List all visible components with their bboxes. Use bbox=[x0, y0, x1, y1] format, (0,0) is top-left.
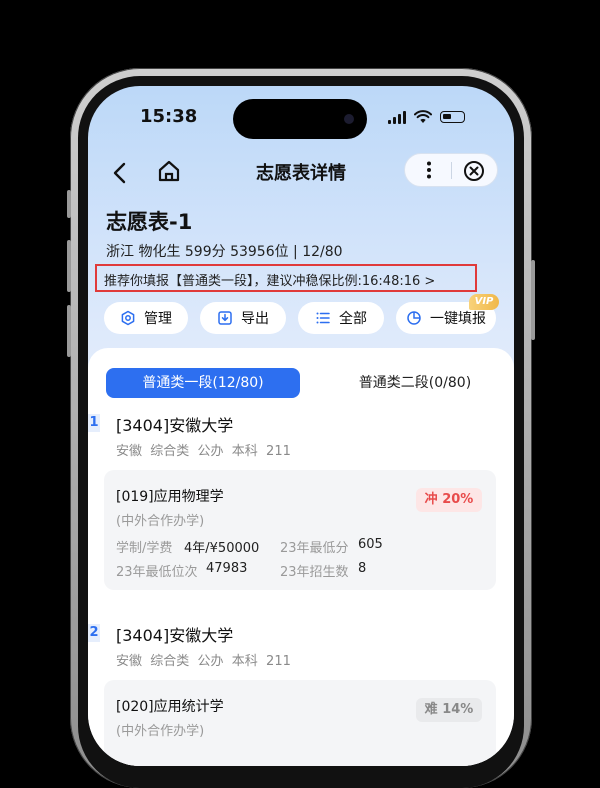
probability-badge: 难 14% bbox=[416, 698, 482, 722]
min-score-label: 23年最低分 bbox=[280, 541, 349, 556]
university-meta: 安徽 综合类 公办 本科 211 bbox=[116, 444, 291, 459]
major-card[interactable]: [020]应用统计学 (中外合作办学) 难 14% bbox=[104, 680, 496, 766]
vip-badge: VIP bbox=[469, 294, 499, 310]
battery-icon bbox=[440, 111, 465, 123]
tuition-label: 学制/学费 bbox=[116, 541, 173, 556]
probability-badge: 冲 20% bbox=[416, 488, 482, 512]
all-button[interactable]: 全部 bbox=[298, 302, 384, 334]
entry-index: 1 bbox=[88, 414, 100, 432]
pie-chart-icon bbox=[407, 311, 421, 325]
capsule-divider bbox=[451, 162, 452, 179]
enrollment-label: 23年招生数 bbox=[280, 565, 349, 580]
major-name: [019]应用物理学 bbox=[116, 489, 224, 505]
close-icon[interactable] bbox=[463, 160, 485, 182]
major-name: [020]应用统计学 bbox=[116, 699, 224, 715]
more-icon[interactable] bbox=[419, 160, 439, 180]
plan-title: 志愿表-1 bbox=[106, 210, 193, 234]
export-button[interactable]: 导出 bbox=[200, 302, 286, 334]
volume-up-button bbox=[67, 240, 71, 292]
entry-index: 2 bbox=[88, 624, 100, 642]
tuition-value: 4年/¥50000 bbox=[184, 541, 260, 556]
hexagon-settings-icon bbox=[121, 310, 135, 326]
enrollment-value: 8 bbox=[358, 561, 367, 576]
phone-screen: 15:38 志愿表详情 志愿表-1 浙江 物化生 599分 53956位 | 1… bbox=[88, 86, 514, 766]
status-icons bbox=[388, 110, 465, 124]
signal-icon bbox=[388, 110, 406, 124]
major-subtitle: (中外合作办学) bbox=[116, 514, 205, 529]
wifi-icon bbox=[414, 110, 432, 123]
status-time: 15:38 bbox=[140, 106, 198, 127]
power-button bbox=[531, 260, 535, 340]
one-click-fill-label: 一键填报 bbox=[430, 311, 486, 327]
plan-info: 浙江 物化生 599分 53956位 | 12/80 bbox=[106, 244, 343, 260]
action-button bbox=[67, 190, 71, 218]
tab-segment-2[interactable]: 普通类二段(0/80) bbox=[318, 368, 512, 398]
all-label: 全部 bbox=[339, 311, 367, 327]
major-subtitle: (中外合作办学) bbox=[116, 724, 205, 739]
university-name[interactable]: [3404]安徽大学 bbox=[116, 622, 233, 646]
university-meta: 安徽 综合类 公办 本科 211 bbox=[116, 654, 291, 669]
min-rank-label: 23年最低位次 bbox=[116, 565, 198, 580]
camera-icon bbox=[344, 114, 354, 124]
major-card[interactable]: [019]应用物理学 (中外合作办学) 冲 20% 学制/学费 4年/¥5000… bbox=[104, 470, 496, 590]
mini-program-capsule bbox=[404, 153, 498, 187]
list-icon bbox=[316, 312, 330, 324]
university-name[interactable]: [3404]安徽大学 bbox=[116, 412, 233, 436]
manage-button[interactable]: 管理 bbox=[104, 302, 188, 334]
download-icon bbox=[218, 311, 232, 325]
export-label: 导出 bbox=[241, 311, 269, 327]
min-rank-value: 47983 bbox=[206, 561, 248, 576]
tab-segment-1[interactable]: 普通类一段(12/80) bbox=[106, 368, 300, 398]
recommend-link[interactable]: 推荐你填报【普通类一段】，建议冲稳保比例:16:48:16 > bbox=[104, 270, 435, 289]
min-score-value: 605 bbox=[358, 537, 383, 552]
manage-label: 管理 bbox=[144, 311, 172, 327]
volume-down-button bbox=[67, 305, 71, 357]
